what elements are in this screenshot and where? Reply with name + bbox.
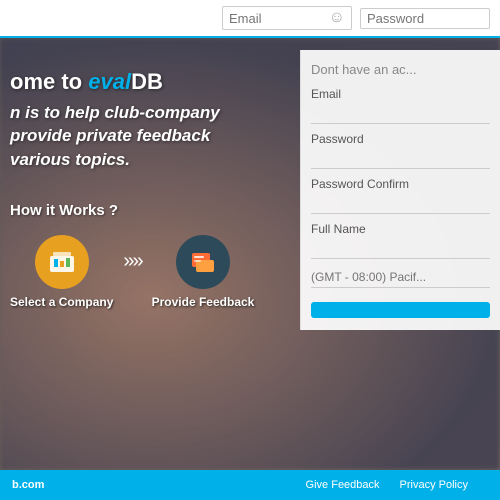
step-arrow: »» bbox=[123, 250, 141, 273]
hero-title: ome to evalDB bbox=[10, 68, 350, 97]
privacy-policy-link[interactable]: Privacy Policy bbox=[400, 479, 468, 491]
desc-line3: various topics. bbox=[10, 148, 350, 172]
signup-password-label: Password bbox=[311, 132, 490, 146]
user-icon: ☺ bbox=[329, 9, 345, 27]
nav-email-wrap[interactable]: ☺ bbox=[222, 6, 352, 30]
desc-line1: n is to help club-company bbox=[10, 101, 350, 125]
signup-password-confirm-label: Password Confirm bbox=[311, 177, 490, 191]
bottom-bar: b.com Give Feedback Privacy Policy bbox=[0, 470, 500, 500]
signup-button[interactable] bbox=[311, 302, 490, 318]
signup-email-label: Email bbox=[311, 87, 490, 101]
bottom-logo: b.com bbox=[12, 479, 44, 491]
signup-fullname-field[interactable]: Full Name bbox=[311, 222, 490, 259]
hero-content: ome to evalDB n is to help club-company … bbox=[10, 68, 350, 309]
step-2: Provide Feedback bbox=[152, 235, 255, 309]
signup-password-field[interactable]: Password bbox=[311, 132, 490, 169]
signup-email-input[interactable] bbox=[311, 103, 490, 124]
signup-email-field[interactable]: Email bbox=[311, 87, 490, 124]
step2-label: Provide Feedback bbox=[152, 295, 255, 309]
signup-timezone-field[interactable] bbox=[311, 267, 490, 288]
step1-icon bbox=[35, 235, 89, 289]
signup-password-confirm-input[interactable] bbox=[311, 193, 490, 214]
signup-password-confirm-field[interactable]: Password Confirm bbox=[311, 177, 490, 214]
give-feedback-link[interactable]: Give Feedback bbox=[306, 479, 380, 491]
how-it-works-label: How it Works ? bbox=[10, 202, 350, 219]
welcome-prefix: ome to bbox=[10, 69, 88, 94]
top-navigation: ☺ bbox=[0, 0, 500, 38]
step2-icon bbox=[176, 235, 230, 289]
step1-label: Select a Company bbox=[10, 295, 113, 309]
nav-password-wrap[interactable] bbox=[360, 8, 490, 29]
signup-panel: Dont have an ac... Email Password Passwo… bbox=[300, 50, 500, 330]
hero-description: n is to help club-company provide privat… bbox=[10, 101, 350, 172]
signup-fullname-input[interactable] bbox=[311, 238, 490, 259]
signup-fullname-label: Full Name bbox=[311, 222, 490, 236]
signup-password-input[interactable] bbox=[311, 148, 490, 169]
signup-timezone-input[interactable] bbox=[311, 267, 490, 288]
desc-line2: provide private feedback bbox=[10, 124, 350, 148]
panel-title: Dont have an ac... bbox=[311, 62, 490, 77]
brand-db: DB bbox=[131, 69, 163, 94]
brand-eval: eval bbox=[88, 69, 131, 94]
nav-password-input[interactable] bbox=[367, 11, 483, 26]
step-1: Select a Company bbox=[10, 235, 113, 309]
nav-email-input[interactable] bbox=[229, 11, 325, 26]
steps-container: Select a Company »» Provide Feedback bbox=[10, 235, 350, 309]
